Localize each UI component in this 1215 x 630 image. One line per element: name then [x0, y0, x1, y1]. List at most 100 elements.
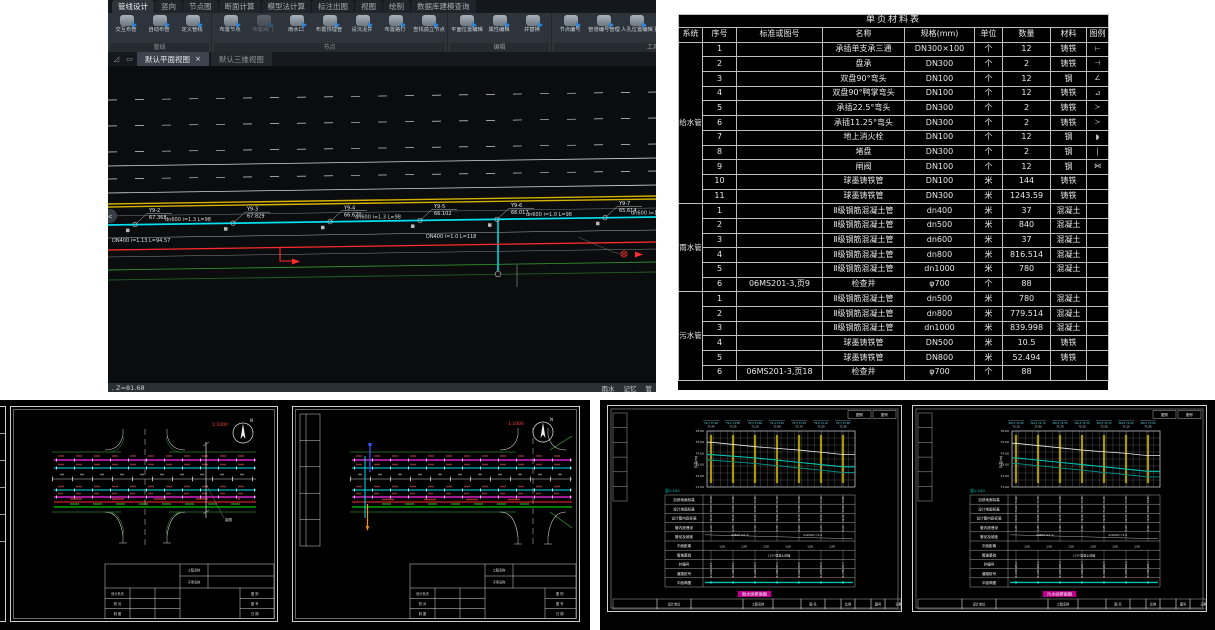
- column-header: 图例: [1087, 28, 1109, 43]
- table-cell: 9: [703, 160, 737, 175]
- svg-text:74.60: 74.60: [753, 505, 757, 513]
- svg-text:72.30: 72.30: [1102, 514, 1106, 522]
- svg-text:74.30: 74.30: [797, 505, 801, 513]
- button-label: 更新节点模型: [654, 27, 656, 33]
- svg-text:W9-4 74.30: W9-4 74.30: [1074, 421, 1089, 425]
- status-toggle-记忆[interactable]: 记忆: [624, 383, 637, 393]
- merge-replace-button[interactable]: 并替换: [516, 15, 549, 34]
- button-label: 布置节点: [220, 27, 241, 33]
- table-row: 3双盘90°弯头DN100个12钢∠: [679, 72, 1109, 87]
- svg-text:0+520: 0+520: [1102, 569, 1106, 578]
- ribbon-tab-断面计算[interactable]: 断面计算: [219, 0, 261, 13]
- table-cell: 6: [703, 116, 737, 131]
- table-cell: 144: [1003, 174, 1051, 189]
- place-node-button[interactable]: 布置节点: [214, 15, 247, 34]
- table-cell: DN100: [905, 72, 975, 87]
- svg-text:W9-3 74.50: W9-3 74.50: [1052, 421, 1067, 425]
- svg-text:自然地面标高: 自然地面标高: [978, 497, 1000, 502]
- ribbon-tab-管线设计[interactable]: 管线设计: [112, 0, 154, 13]
- interactive-layout-pipe-button[interactable]: 交互布管: [110, 15, 143, 34]
- svg-text:72.30: 72.30: [839, 425, 847, 429]
- ribbon-tab-模型法计算[interactable]: 模型法计算: [262, 0, 312, 13]
- ribbon-tab-数据库建模查询[interactable]: 数据库建模查询: [411, 0, 476, 13]
- table-cell: 混凝土: [1051, 248, 1087, 263]
- table-row: 3Ⅱ级钢筋混凝土管dn600米37混凝土: [679, 233, 1109, 248]
- svg-text:130: 130: [763, 544, 769, 548]
- view-tab-默认三维视图[interactable]: 默认三维视图: [211, 52, 272, 66]
- table-cell: [737, 160, 823, 175]
- svg-text:dn1000 i=1.0: dn1000 i=1.0: [1108, 533, 1127, 537]
- svg-text:72.30: 72.30: [841, 514, 845, 522]
- drawing-canvas[interactable]: < Y9-267.368Y9-367.829Y9-466.670Y9-566.1…: [108, 66, 656, 383]
- place-embedded-pipe-button[interactable]: 布置预埋管: [313, 15, 346, 34]
- column-header: 名称: [823, 28, 905, 43]
- svg-text:Y9-3: Y9-3: [246, 207, 258, 213]
- ribbon-tab-节点图[interactable]: 节点图: [183, 0, 218, 13]
- legend-glyph: [1087, 351, 1109, 366]
- svg-text:130: 130: [1134, 544, 1140, 548]
- legend-glyph: [1087, 218, 1109, 233]
- svg-text:井编号: 井编号: [984, 562, 995, 567]
- ribbon-tab-标注出图[interactable]: 标注出图: [312, 0, 354, 13]
- table-cell: 米: [975, 233, 1003, 248]
- place-valve-button[interactable]: 布置阀门: [247, 15, 280, 34]
- place-node-icon: [224, 15, 238, 26]
- svg-text:73.10: 73.10: [1014, 514, 1018, 522]
- svg-text:管内底埋深: 管内底埋深: [675, 525, 693, 530]
- button-label: 设沉泥井: [352, 27, 373, 33]
- attribute-edit-button[interactable]: 属性编辑: [483, 15, 516, 34]
- svg-text:0+780: 0+780: [1146, 569, 1150, 578]
- svg-text:图 名: 图 名: [809, 602, 816, 607]
- isolated-node-button[interactable]: 查找孤立节点: [412, 15, 445, 34]
- button-label: 平面位置编辑: [451, 27, 483, 33]
- svg-text:72.90: 72.90: [1036, 514, 1040, 522]
- system-cell: 雨水管: [679, 204, 703, 292]
- cad-canvas-svg[interactable]: < Y9-267.368Y9-367.829Y9-466.670Y9-566.1…: [108, 66, 656, 383]
- plan-sheet-1: N 1:1000: [10, 406, 278, 622]
- svg-text:Y9-3: Y9-3: [753, 562, 757, 568]
- merge-replace-icon: [526, 15, 540, 26]
- layout-icon[interactable]: ▭: [124, 52, 135, 66]
- ribbon-tab-绘制[interactable]: 绘制: [383, 0, 410, 13]
- plan-position-edit-button[interactable]: 平面位置编辑: [450, 15, 483, 34]
- status-toggle-雨水[interactable]: 雨水: [602, 383, 615, 393]
- svg-text:W9-5: W9-5: [1102, 561, 1106, 568]
- rain-inlet-button[interactable]: 雨水口: [280, 15, 313, 34]
- manhole-position-edit-button[interactable]: 人孔位置编辑: [620, 15, 653, 34]
- node-number-button[interactable]: 节点编号: [554, 15, 587, 34]
- svg-text:71.90: 71.90: [1146, 514, 1150, 522]
- table-cell: 2: [703, 57, 737, 72]
- svg-text:1.80: 1.80: [1058, 525, 1062, 531]
- define-pipeline-button[interactable]: 定义管线: [176, 15, 209, 34]
- table-row: 5Ⅱ级钢筋混凝土管dn1000米780混凝土: [679, 263, 1109, 278]
- view-tab-默认平面视图[interactable]: 默认平面视图×: [137, 52, 209, 66]
- svg-text:73.90: 73.90: [841, 496, 845, 504]
- close-icon[interactable]: ×: [195, 55, 201, 63]
- title-block: 工程名称 子项名称 设计负责 校 对 制 图 图 别 图 号 日 期: [105, 564, 274, 619]
- table-cell: 球墨铸铁管: [823, 174, 905, 189]
- update-node-model-button[interactable]: 更新节点模型: [653, 15, 656, 34]
- legend-glyph: [1087, 292, 1109, 307]
- svg-text:72.90: 72.90: [773, 425, 781, 429]
- legend-glyph: [1087, 277, 1109, 292]
- svg-text:130: 130: [1068, 544, 1074, 548]
- svg-text:73.25: 73.25: [731, 514, 735, 522]
- status-toggle-管[interactable]: 管: [646, 383, 653, 393]
- pipe-number-button[interactable]: 管道编号管理: [587, 15, 620, 34]
- table-cell: 个: [975, 145, 1003, 160]
- table-cell: 混凝土: [1051, 292, 1087, 307]
- profile-content: 76.0075.0074.0073.0072.0071.00W9-1 74.90…: [918, 421, 1207, 610]
- ribbon-tab-视图[interactable]: 视图: [355, 0, 382, 13]
- auto-layout-pipe-button[interactable]: 自动布管: [143, 15, 176, 34]
- svg-text:Y9-5: Y9-5: [433, 204, 445, 210]
- svg-text:76.00: 76.00: [1000, 429, 1009, 433]
- place-streetlamp-button[interactable]: 布置路灯: [379, 15, 412, 34]
- table-cell: 检查井: [823, 277, 905, 292]
- svg-text:1.60: 1.60: [709, 525, 713, 531]
- svg-text:74.00: 74.00: [1000, 451, 1009, 455]
- svg-text:74.70: 74.70: [1036, 505, 1040, 513]
- pan-button[interactable]: <: [108, 209, 117, 223]
- viewport-icon[interactable]: ◿: [111, 52, 122, 66]
- sediment-well-button[interactable]: 设沉泥井: [346, 15, 379, 34]
- ribbon-tab-竖向[interactable]: 竖向: [155, 0, 182, 13]
